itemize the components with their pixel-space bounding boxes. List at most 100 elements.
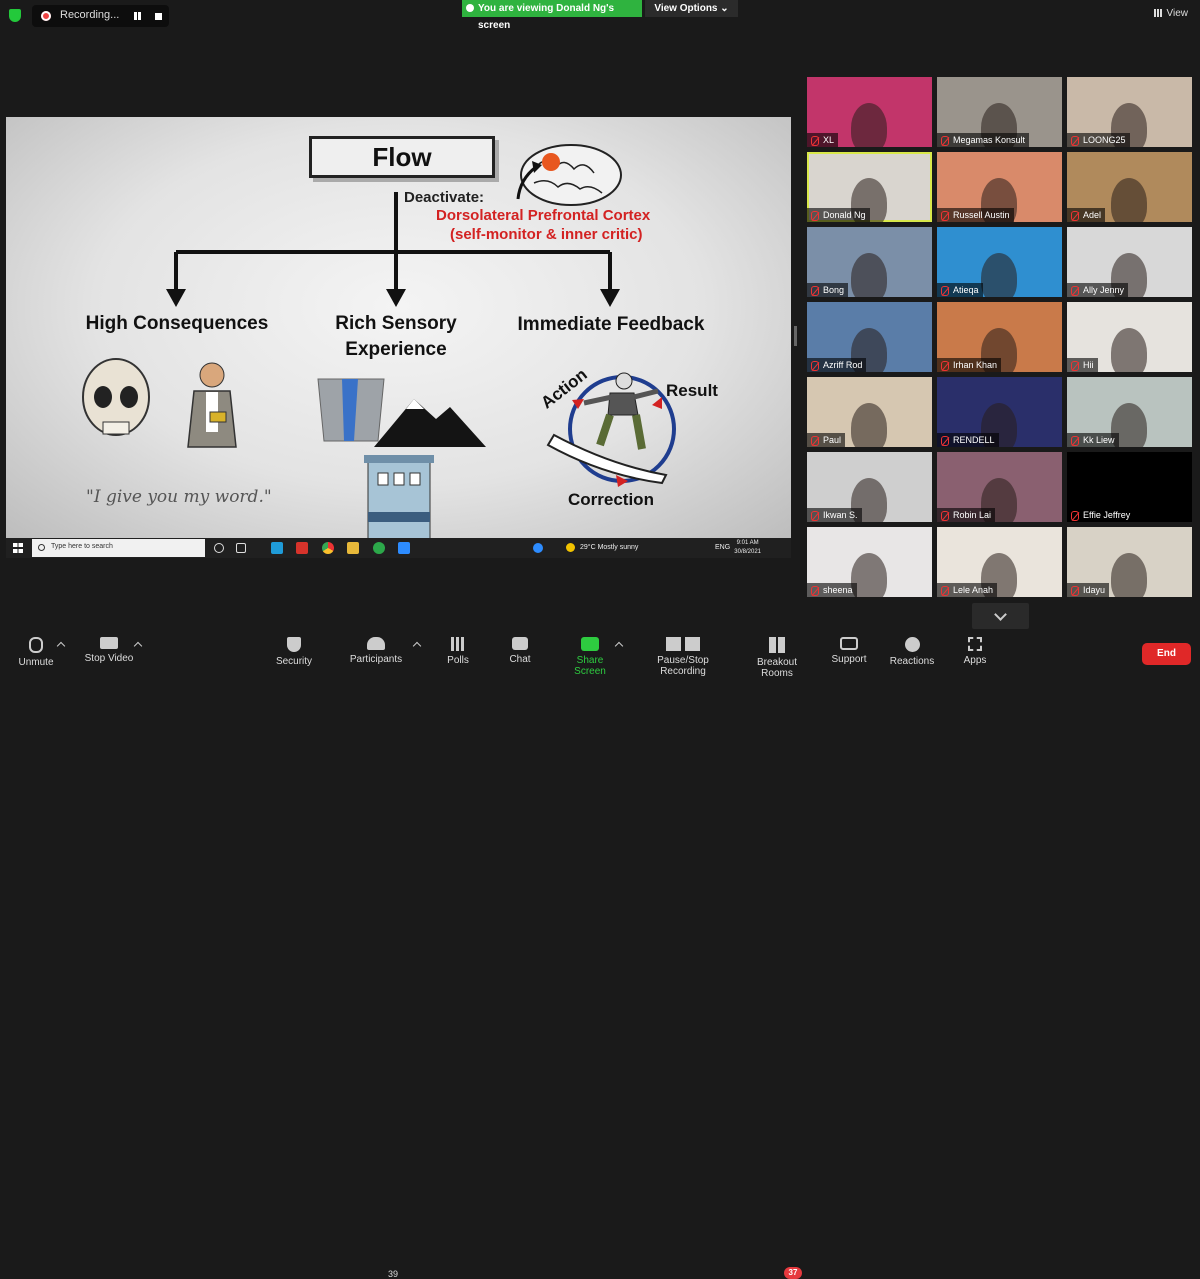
participant-tile[interactable]: Atieqa [937, 227, 1062, 297]
participant-tile[interactable]: Russell Austin [937, 152, 1062, 222]
chat-label: Chat [509, 654, 531, 665]
mic-muted-icon [29, 637, 43, 653]
participant-name: Atieqa [937, 283, 983, 297]
reactions-button[interactable]: Reactions [889, 637, 935, 667]
participant-name: Idayu [1067, 583, 1110, 597]
audio-options-caret[interactable] [56, 641, 66, 651]
participants-icon [367, 637, 385, 650]
participant-tile[interactable]: Donald Ng [807, 152, 932, 222]
participant-name: Kk Liew [1067, 433, 1119, 447]
mic-muted-icon [941, 136, 949, 146]
mic-muted-icon [941, 511, 949, 521]
help-icon[interactable] [533, 543, 543, 553]
support-button[interactable]: Support [830, 637, 868, 665]
mic-muted-icon [1071, 436, 1079, 446]
participant-tile[interactable]: RENDELL [937, 377, 1062, 447]
participant-tile[interactable]: Effie Jeffrey [1067, 452, 1192, 522]
mic-muted-icon [1071, 286, 1079, 296]
breakout-rooms-icon [769, 637, 785, 653]
chrome-icon[interactable] [322, 542, 334, 554]
participants-options-caret[interactable] [412, 641, 422, 651]
participant-tile[interactable]: Ikwan S. [807, 452, 932, 522]
rich-sensory-heading-2: Experience [345, 339, 447, 360]
app-icon[interactable] [296, 542, 308, 554]
participant-tile[interactable]: Robin Lai [937, 452, 1062, 522]
support-icon [840, 637, 858, 650]
mic-muted-icon [1071, 511, 1079, 521]
participant-tile[interactable]: sheena [807, 527, 932, 597]
participant-name: Paul [807, 433, 846, 447]
view-options-label: View Options [654, 3, 718, 14]
share-screen-button[interactable]: Share Screen [560, 637, 620, 677]
participant-name: Donald Ng [807, 208, 870, 222]
zoom-icon[interactable] [398, 542, 410, 554]
shared-screen: Flow Deactivate: Dorsolateral Prefrontal… [6, 117, 791, 558]
edge-icon[interactable] [271, 542, 283, 554]
pause-icon[interactable] [132, 11, 143, 22]
clock-time: 9:01 AM [736, 540, 759, 546]
skull-icon [82, 358, 150, 436]
split-handle[interactable] [794, 326, 797, 346]
participant-tile[interactable]: Lele Anah [937, 527, 1062, 597]
participant-tile[interactable]: Kk Liew [1067, 377, 1192, 447]
participant-tile[interactable]: Azriff Rod [807, 302, 932, 372]
folder-icon[interactable] [347, 542, 359, 554]
recording-button[interactable]: Pause/Stop Recording [634, 637, 732, 677]
reactions-label: Reactions [889, 656, 935, 667]
mic-muted-icon [1071, 361, 1079, 371]
deactivate-label: Deactivate: [404, 189, 485, 206]
video-gallery: XL Megamas Konsult LOONG25 Donald Ng Russell… [807, 77, 1195, 599]
participant-video [1111, 553, 1147, 597]
meeting-toolbar: Unmute Stop Video Security Participants … [0, 629, 1200, 1279]
task-view-icon[interactable] [236, 543, 246, 553]
view-button[interactable]: View [1153, 8, 1188, 19]
participant-tile[interactable]: Paul [807, 377, 932, 447]
unmute-button[interactable]: Unmute [14, 637, 58, 668]
gallery-next-button[interactable] [972, 603, 1029, 629]
participant-tile[interactable]: Megamas Konsult [937, 77, 1062, 147]
participant-name: XL [807, 133, 839, 147]
cortana-icon[interactable] [214, 543, 224, 553]
view-options-button[interactable]: View Options ⌄ [645, 0, 738, 17]
stop-icon[interactable] [155, 13, 162, 20]
end-meeting-button[interactable]: End [1142, 643, 1191, 665]
participant-name: sheena [807, 583, 857, 597]
recording-indicator: Recording... [32, 5, 169, 27]
participant-tile[interactable]: Ally Jenny [1067, 227, 1192, 297]
windows-start-icon[interactable] [13, 543, 23, 553]
participant-tile[interactable]: Idayu [1067, 527, 1192, 597]
participants-label: Participants [349, 654, 403, 665]
participant-video [1111, 178, 1147, 222]
chat-button[interactable]: Chat [508, 637, 532, 665]
participant-tile[interactable]: LOONG25 [1067, 77, 1192, 147]
region-note: (self-monitor & inner critic) [450, 226, 643, 243]
high-consequences-heading: High Consequences [85, 313, 269, 334]
participant-name: Effie Jeffrey [1067, 508, 1135, 522]
security-button[interactable]: Security [274, 637, 314, 667]
presentation-slide: Flow Deactivate: Dorsolateral Prefrontal… [6, 117, 791, 538]
taskbar-search[interactable]: Type here to search [32, 539, 205, 557]
speaker-illustration [187, 362, 237, 448]
app-icon[interactable] [373, 542, 385, 554]
participant-tile[interactable]: XL [807, 77, 932, 147]
stop-video-button[interactable]: Stop Video [82, 637, 136, 664]
recording-label: Recording... [60, 9, 120, 21]
mic-muted-icon [811, 586, 819, 596]
language-label[interactable]: ENG [715, 544, 730, 551]
shield-icon[interactable] [9, 9, 21, 22]
participants-button[interactable]: Participants [348, 637, 404, 665]
participant-tile[interactable]: Adel [1067, 152, 1192, 222]
mic-muted-icon [811, 136, 819, 146]
participant-tile[interactable]: Bong [807, 227, 932, 297]
participant-tile[interactable]: Irhan Khan [937, 302, 1062, 372]
breakout-rooms-button[interactable]: Breakout Rooms [740, 637, 814, 679]
apps-button[interactable]: Apps [962, 637, 988, 666]
mic-muted-icon [941, 211, 949, 221]
polls-button[interactable]: Polls [444, 637, 472, 666]
chat-icon [512, 637, 528, 650]
taskbar-clock[interactable]: 9:01 AM 30/8/2021 [734, 539, 761, 557]
breakout-badge: 37 [784, 1267, 802, 1279]
taskbar-search-placeholder: Type here to search [51, 543, 113, 550]
participant-name: Megamas Konsult [937, 133, 1030, 147]
participant-tile[interactable]: Hii [1067, 302, 1192, 372]
